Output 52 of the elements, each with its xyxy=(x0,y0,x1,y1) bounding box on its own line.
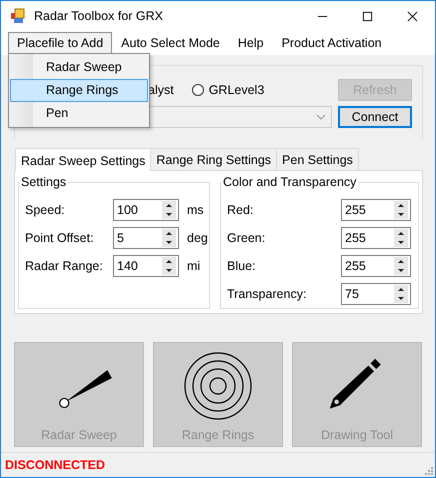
up-arrow-button[interactable] xyxy=(162,229,176,238)
down-arrow-button[interactable] xyxy=(394,266,408,275)
group-title: Settings xyxy=(20,175,68,189)
concentric-rings-icon xyxy=(184,352,252,420)
menu-item[interactable]: Help xyxy=(228,32,273,54)
tab[interactable]: Range Ring Settings xyxy=(150,148,278,170)
number-field[interactable]: 140 xyxy=(113,255,179,277)
menu-option[interactable]: Pen xyxy=(10,102,148,125)
number-field[interactable]: 5 xyxy=(113,227,179,249)
tab[interactable]: Radar Sweep Settings xyxy=(15,148,152,171)
maximize-icon[interactable] xyxy=(362,10,373,22)
tab[interactable]: Pen Settings xyxy=(276,148,359,170)
field-label: Point Offset: xyxy=(25,231,95,245)
up-arrow-button[interactable] xyxy=(394,285,408,294)
unit-label: mi xyxy=(187,259,200,273)
field-label: Speed: xyxy=(25,203,66,217)
unit-label: deg xyxy=(187,231,208,245)
app-icon xyxy=(10,8,26,24)
number-field[interactable]: 100 xyxy=(113,199,179,221)
menu-item[interactable]: Product Activation xyxy=(272,32,391,54)
field-label: Blue: xyxy=(227,259,256,273)
window-title: Radar Toolbox for GRX xyxy=(34,9,164,23)
menu-option[interactable]: Radar Sweep xyxy=(10,56,148,79)
up-arrow-button[interactable] xyxy=(162,201,176,210)
down-arrow-button[interactable] xyxy=(394,294,408,303)
status-text: DISCONNECTED xyxy=(5,458,106,472)
field-label: Transparency: xyxy=(227,287,308,301)
up-arrow-button[interactable] xyxy=(394,229,408,238)
down-arrow-button[interactable] xyxy=(162,238,176,247)
menu-item[interactable]: Auto Select Mode xyxy=(112,32,229,54)
up-arrow-button[interactable] xyxy=(162,257,176,266)
down-arrow-button[interactable] xyxy=(162,210,176,219)
unit-label: ms xyxy=(187,203,204,217)
up-arrow-button[interactable] xyxy=(394,257,408,266)
number-field[interactable]: 255 xyxy=(341,199,411,221)
up-arrow-button[interactable] xyxy=(394,201,408,210)
field-label: Radar Range: xyxy=(25,259,104,273)
menu-option[interactable]: Range Rings xyxy=(10,79,148,102)
number-field[interactable]: 255 xyxy=(341,227,411,249)
menu-item[interactable]: Placefile to Add xyxy=(8,32,112,54)
radio-button[interactable]: GRLevel3 xyxy=(192,82,264,96)
field-label: Green: xyxy=(227,231,266,245)
down-arrow-button[interactable] xyxy=(162,266,176,275)
group-title: Color and Transparency xyxy=(222,175,358,189)
down-arrow-button[interactable] xyxy=(394,238,408,247)
down-arrow-button[interactable] xyxy=(394,210,408,219)
number-field[interactable]: 255 xyxy=(341,255,411,277)
connect-button[interactable]: Connect xyxy=(338,106,412,128)
resize-grip-icon[interactable] xyxy=(424,466,433,474)
close-icon[interactable] xyxy=(407,10,418,22)
field-label: Red: xyxy=(227,203,254,217)
number-field[interactable]: 75 xyxy=(341,283,411,305)
